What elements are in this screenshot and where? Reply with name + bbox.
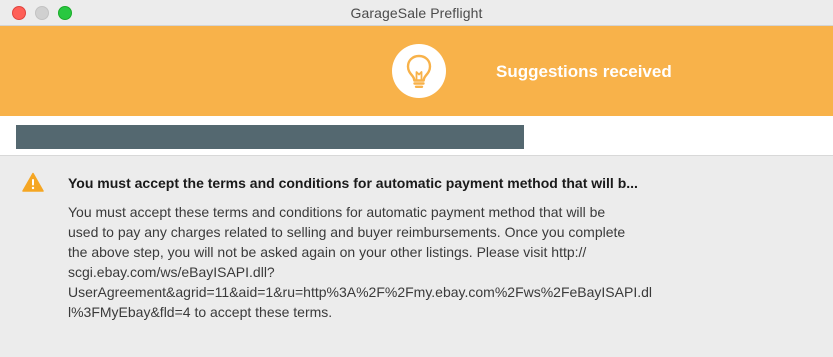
message-body-line: l%3FMyEbay&fld=4 to accept these terms.: [68, 304, 333, 320]
window-title: GarageSale Preflight: [350, 4, 483, 21]
message-body: You must accept these terms and conditio…: [68, 202, 768, 322]
message-title: You must accept the terms and conditions…: [68, 175, 638, 191]
listing-row: [0, 116, 833, 156]
message-body-line: UserAgreement&agrid=11&aid=1&ru=http%3A%…: [68, 284, 653, 300]
status-text: Suggestions received: [496, 62, 672, 81]
suggestion-message: You must accept the terms and conditions…: [0, 157, 833, 357]
message-body-line: scgi.ebay.com/ws/eBayISAPI.dll?: [68, 264, 275, 280]
minimize-window-button[interactable]: [35, 6, 49, 20]
warning-icon: [22, 172, 44, 192]
window-controls: [12, 6, 72, 20]
redacted-listing-title: [16, 125, 524, 149]
title-bar: GarageSale Preflight: [0, 0, 833, 26]
message-body-line: You must accept these terms and conditio…: [68, 204, 606, 220]
preflight-window: GarageSale Preflight Suggestions receive…: [0, 0, 833, 357]
close-window-button[interactable]: [12, 6, 26, 20]
zoom-window-button[interactable]: [58, 6, 72, 20]
status-header: Suggestions received: [0, 26, 833, 116]
message-body-line: used to pay any charges related to selli…: [68, 224, 626, 240]
message-body-line: the above step, you will not be asked ag…: [68, 244, 587, 260]
lightbulb-icon: [392, 44, 446, 98]
